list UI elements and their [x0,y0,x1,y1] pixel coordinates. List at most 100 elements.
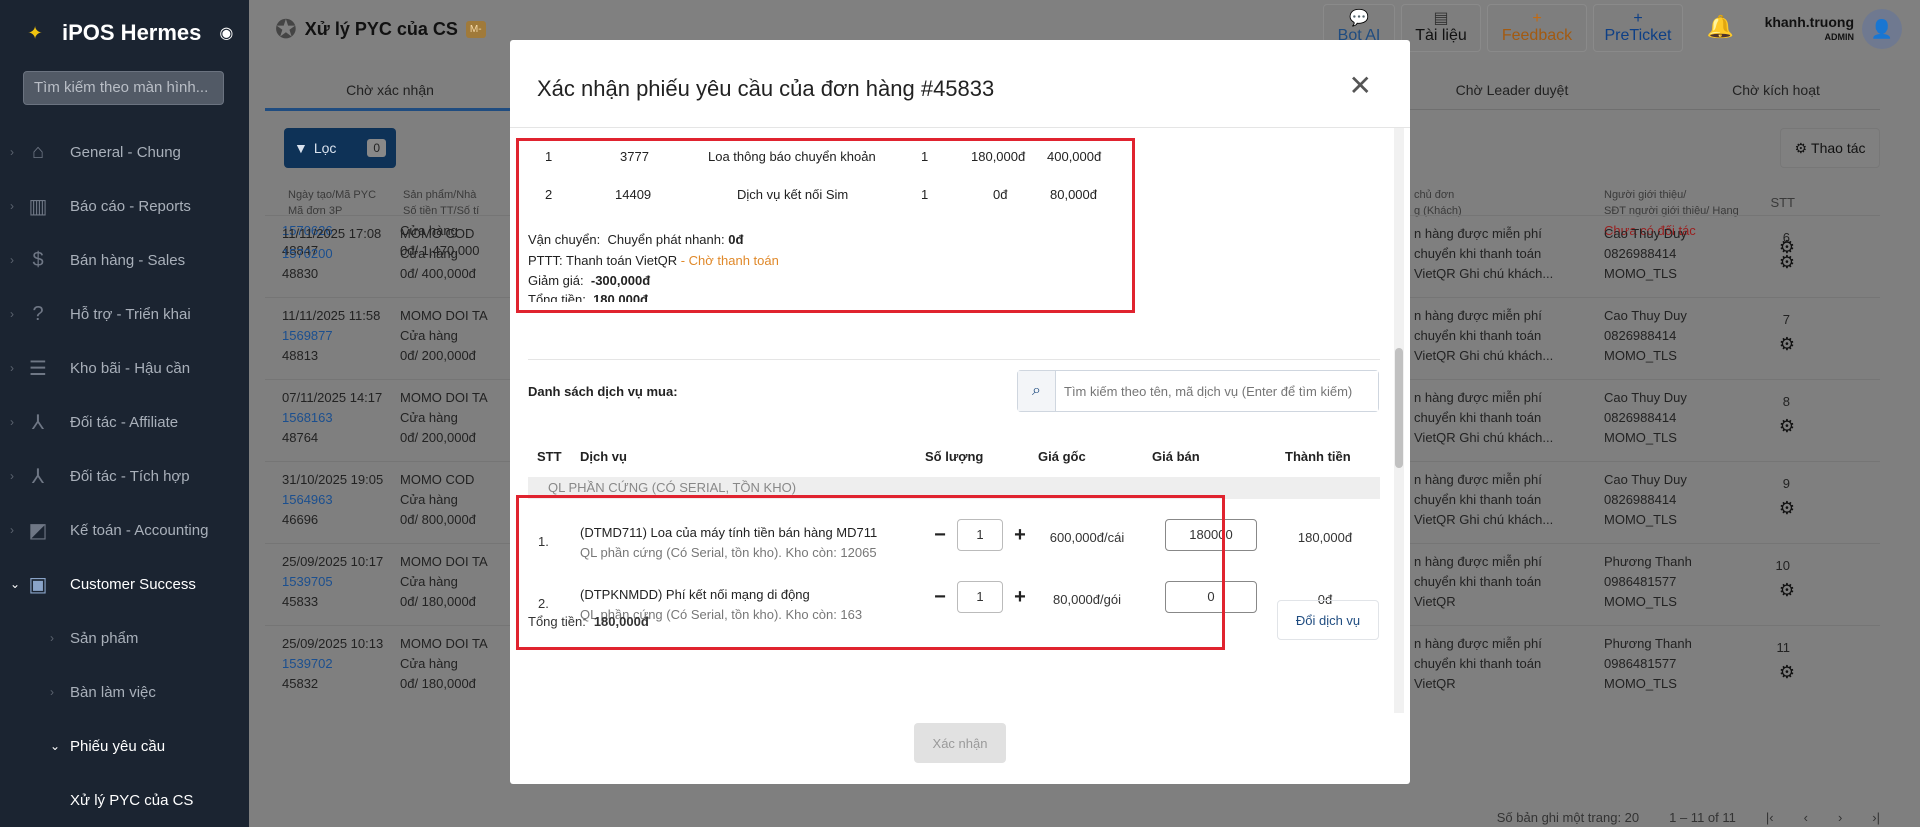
row-product: MOMO DOI TA Cửa hàng 0đ/ 180,000đ [400,552,488,612]
preticket-button[interactable]: + PreTicket [1593,4,1683,52]
row-referrer-phone: 0986481577 [1604,574,1677,589]
row-pyc-link[interactable]: 1564963 [282,490,383,510]
row-gear-icon[interactable]: ⚙ [1779,416,1795,437]
sidebar-item-label: Đối tác - Affiliate [70,413,179,431]
highlight-box [516,138,1135,313]
row-product: MOMO COD Cửa hàng 0đ/ 400,000đ [400,224,476,284]
network-icon: ⅄ [31,411,45,434]
row-order: 48830 [282,266,319,281]
row-date-text: 07/11/2025 14:17 [282,390,383,405]
row-product-name: MOMO DOI TA [400,554,488,569]
row-amount: 0đ/ 400,000đ [400,266,476,281]
sidebar-item-label: Sản phẩm [70,629,139,647]
change-service-button[interactable]: Đổi dịch vụ [1277,600,1379,640]
prev-page-icon[interactable]: ‹ [1804,810,1808,825]
row-product-type: Cửa hàng [400,246,458,261]
row-referrer-name: Cao Thuy Duy [1604,390,1687,405]
feedback-button[interactable]: + Feedback [1487,4,1587,52]
row-gear-icon[interactable]: ⚙ [1779,662,1795,683]
filter-button[interactable]: ▼ Lọc 0 [284,128,396,168]
sidebar-item-support[interactable]: ›? Hỗ trợ - Triển khai [0,287,249,341]
user-info[interactable]: khanh.truong ADMIN [1765,14,1854,42]
sidebar-subitem-requests[interactable]: ⌄ Phiếu yêu cầu [0,719,249,773]
sidebar-item-integration[interactable]: › ⅄ Đối tác - Tích hợp [0,449,249,503]
row-stt: 8 [1782,394,1790,409]
confirm-request-modal: Xác nhận phiếu yêu cầu của đơn hàng #458… [510,40,1410,784]
row-owner-line: chuyển khi thanh toán [1414,246,1542,261]
row-product: MOMO DOI TA Cửa hàng 0đ/ 200,000đ [400,388,488,448]
row-owner-line: VietQR Ghi chú khách... [1414,348,1554,363]
sidebar-subitem-workspace[interactable]: › Bàn làm việc [0,665,249,719]
row-owner-line: n hàng được miễn phí [1414,636,1542,651]
row-pyc-link[interactable]: 1539705 [282,572,383,592]
svc-header-service: Dịch vụ [580,449,627,464]
avatar[interactable]: 👤 [1862,9,1902,49]
service-search-input[interactable] [1056,371,1378,411]
settings-icon[interactable]: ◉ [219,23,233,43]
first-page-icon[interactable]: |‹ [1766,810,1774,825]
row-gear-icon[interactable]: ⚙ [1779,334,1795,355]
modal-body: 1 3777 Loa thông báo chuyển khoản 1 180,… [510,128,1410,713]
row-gear-icon[interactable]: ⚙ [1779,580,1795,601]
next-page-icon[interactable]: › [1838,810,1842,825]
docs-label: Tài liệu [1415,27,1467,44]
row-date-text: 25/09/2025 10:13 [282,636,384,651]
row-date: 25/09/2025 10:13 1539702 45832 [282,634,383,694]
row-referrer-rank: MOMO_TLS [1604,676,1677,691]
sidebar-item-accounting[interactable]: › ◩ Kế toán - Accounting [0,503,249,557]
row-product: MOMO DOI TA Cửa hàng 0đ/ 180,000đ [400,634,488,694]
modal-scrollbar[interactable] [1394,128,1404,713]
row-referrer-rank: MOMO_TLS [1604,266,1677,281]
actions-button[interactable]: ⚙ Thao tác [1780,128,1880,168]
bell-icon[interactable]: 🔔 [1707,14,1734,40]
row-referrer-phone: 0826988414 [1604,328,1677,343]
star-icon[interactable]: ✪ [275,14,297,45]
per-page-label[interactable]: Số bản ghi một trang: 20 [1497,810,1639,825]
scrollbar-thumb[interactable] [1395,348,1403,468]
chevron-right-icon: › [10,145,14,159]
row-owner: n hàng được miễn phí chuyển khi thanh toá… [1414,634,1542,694]
row-stt: 11 [1776,640,1791,655]
search-icon[interactable]: ⌕ [1018,371,1056,411]
row-product-type: Cửa hàng [400,574,458,589]
row-owner: n hàng được miễn phí chuyển khi thanh toá… [1414,388,1553,448]
chevron-right-icon: › [10,253,14,267]
page-range: 1 – 11 of 11 [1669,810,1736,825]
service-list-label: Danh sách dịch vụ mua: [528,384,678,399]
close-icon[interactable]: ✕ [1349,72,1372,100]
svc-header-base: Giá gốc [1038,449,1086,464]
row-referrer: Cao Thuy Duy 0826988414 MOMO_TLS [1604,470,1687,530]
col-header-line: Sản phẩm/Nhà [403,189,477,201]
active-tab-indicator [265,108,515,111]
row-gear-icon[interactable]: ⚙ [1779,498,1795,519]
sidebar-item-general[interactable]: › ⌂ General - Chung [0,125,249,179]
row-pyc-link[interactable]: 1539702 [282,654,383,674]
docs-button[interactable]: ▤ Tài liệu [1401,4,1481,52]
row-stt: 6 [1782,230,1790,245]
app-title: iPOS Hermes [62,20,202,45]
row-pyc-link[interactable]: 1569877 [282,326,380,346]
row-date-text: 11/11/2025 11:58 [282,308,381,323]
row-date-text: 31/10/2025 19:05 [282,472,384,487]
sidebar-item-affiliate[interactable]: › ⅄ Đối tác - Affiliate [0,395,249,449]
tab-pending-activation[interactable]: Chờ kích hoạt [1732,82,1820,98]
tab-pending-leader[interactable]: Chờ Leader duyệt [1456,82,1569,98]
last-page-icon[interactable]: ›| [1872,810,1880,825]
confirm-button[interactable]: Xác nhận [914,723,1006,763]
sidebar-subitem-cs-processing[interactable]: Xử lý PYC của CS [0,773,249,827]
sidebar-item-reports[interactable]: › ▥ Báo cáo - Reports [0,179,249,233]
row-gear-icon[interactable]: ⚙ [1779,252,1795,273]
sidebar-item-warehouse[interactable]: › ☰ Kho bãi - Hậu cần [0,341,249,395]
row-owner: n hàng được miễn phí chuyển khi thanh toá… [1414,306,1553,366]
tab-pending-confirm[interactable]: Chờ xác nhận [346,82,434,98]
sidebar-item-customer-success[interactable]: ⌄ ▣ Customer Success [0,557,249,611]
col-header-stt: STT [1770,195,1795,210]
row-date: 31/10/2025 19:05 1564963 46696 [282,470,383,530]
sidebar-search-input[interactable]: Tìm kiếm theo màn hình... [23,71,224,105]
row-owner-line: chuyển khi thanh toán [1414,574,1542,589]
sidebar-item-sales[interactable]: › $ Bán hàng - Sales [0,233,249,287]
row-owner-line: n hàng được miễn phí [1414,554,1542,569]
sidebar-subitem-products[interactable]: › Sản phẩm [0,611,249,665]
row-pyc-link[interactable]: 1570200 [282,244,381,264]
row-pyc-link[interactable]: 1568163 [282,408,382,428]
